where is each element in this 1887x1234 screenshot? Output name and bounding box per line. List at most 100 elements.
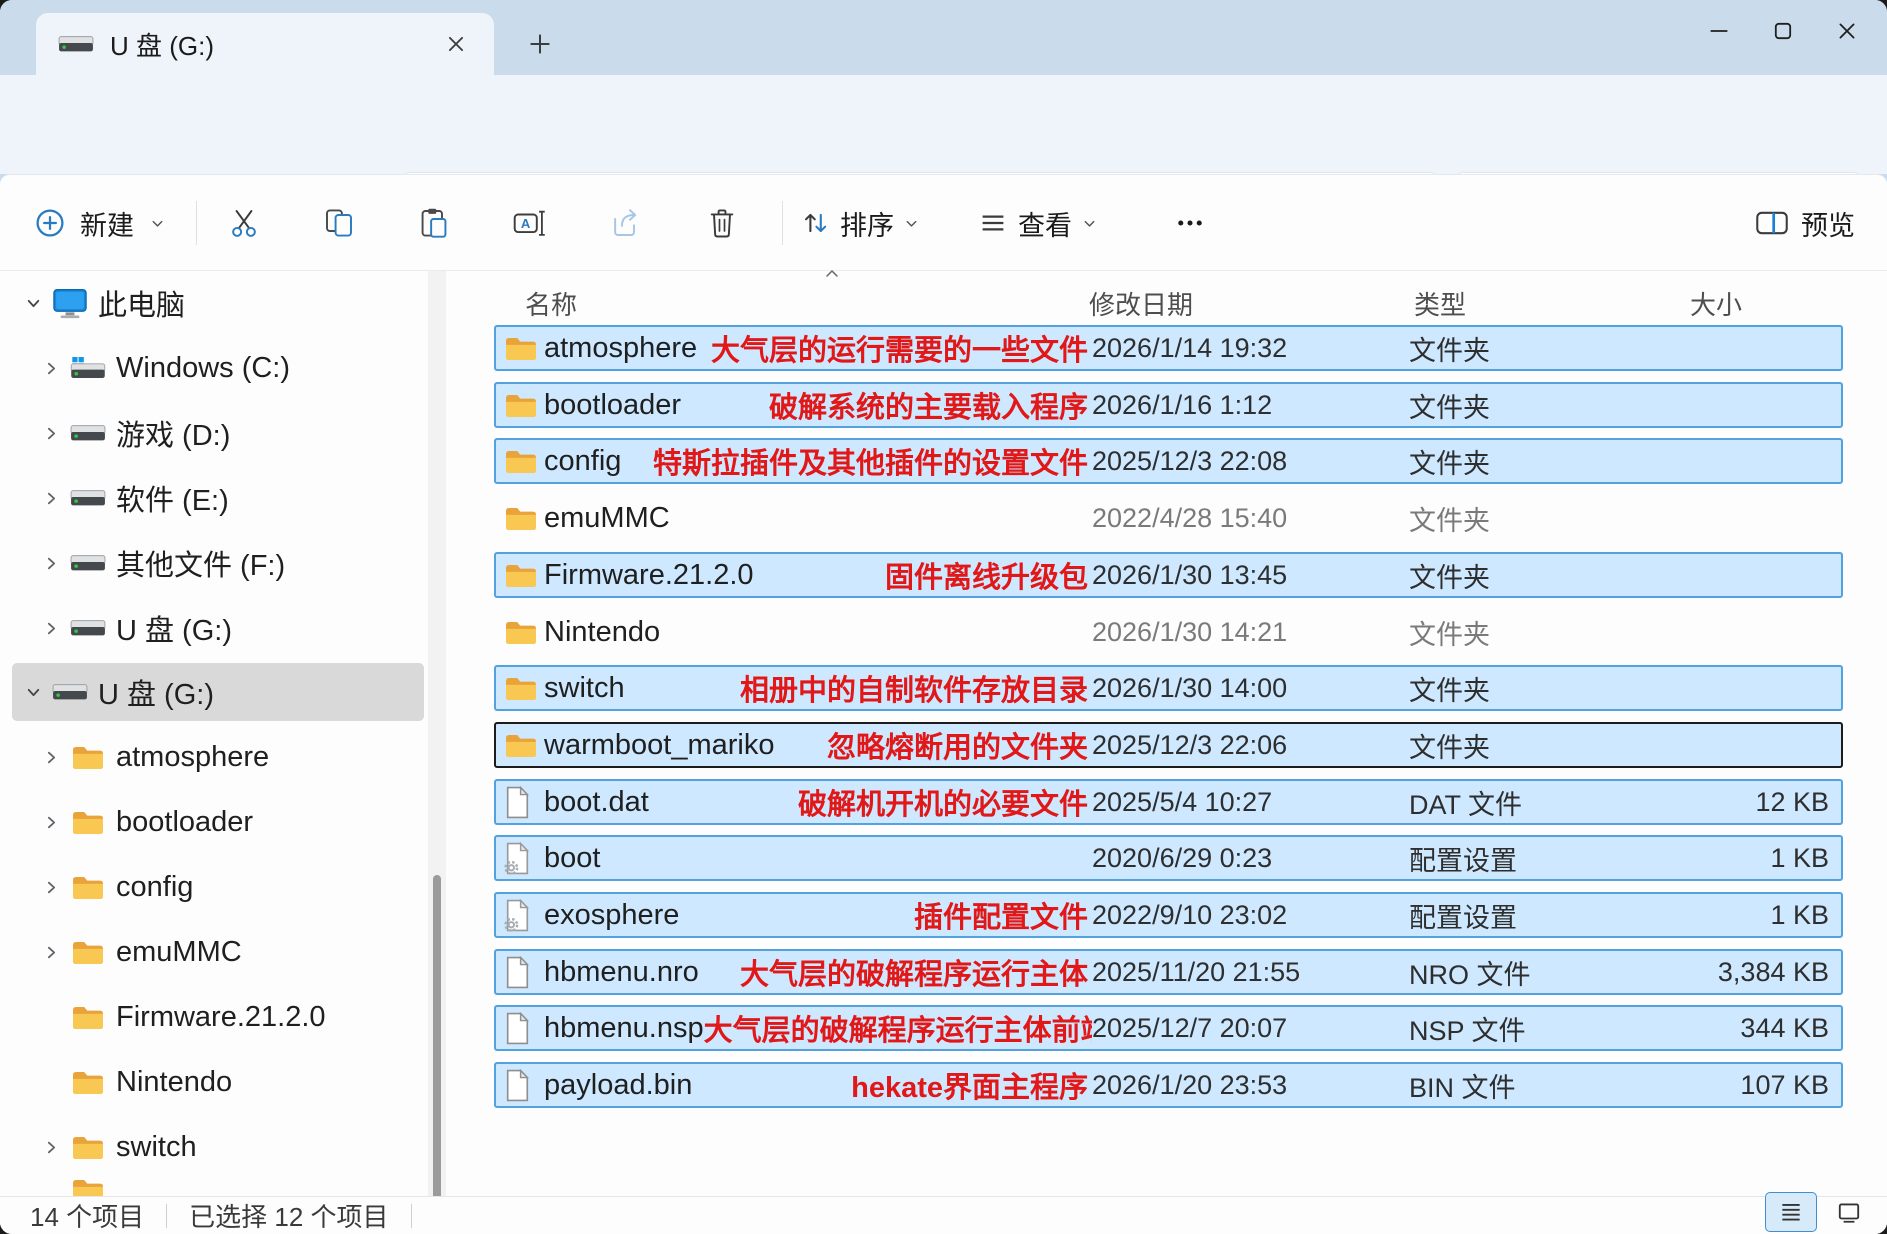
folder-icon bbox=[504, 447, 544, 476]
chevron-right-icon[interactable] bbox=[36, 555, 66, 572]
new-tab-button[interactable] bbox=[520, 24, 560, 64]
file-row-bootloader[interactable]: bootloader破解系统的主要载入程序2026/1/16 1:12文件夹 bbox=[494, 382, 1843, 428]
file-type: 文件夹 bbox=[1409, 556, 1662, 595]
sidebar-item-e[interactable]: 软件 (E:) bbox=[0, 466, 432, 530]
paste-button[interactable] bbox=[406, 199, 462, 247]
annotation-text: 大气层的破解程序运行主体前端 bbox=[704, 1007, 1092, 1049]
view-label: 查看 bbox=[1018, 204, 1072, 243]
chevron-right-icon[interactable] bbox=[36, 944, 66, 961]
details-view-toggle[interactable] bbox=[1765, 1192, 1817, 1232]
file-row-payload.bin[interactable]: payload.binhekate界面主程序2026/1/20 23:53BIN… bbox=[494, 1062, 1843, 1108]
sidebar-scrollbar[interactable] bbox=[428, 271, 446, 1234]
chevron-right-icon[interactable] bbox=[36, 749, 66, 766]
file-row-boot[interactable]: boot2020/6/29 0:23配置设置1 KB bbox=[494, 835, 1843, 881]
thumbnail-view-toggle[interactable] bbox=[1823, 1192, 1875, 1232]
column-header-type[interactable]: 类型 bbox=[1414, 285, 1466, 322]
chevron-right-icon[interactable] bbox=[36, 879, 66, 896]
file-size: 3,384 KB bbox=[1662, 957, 1841, 988]
file-row-warmboot_mariko[interactable]: warmboot_mariko忽略熔断用的文件夹2025/12/3 22:06文… bbox=[494, 722, 1843, 768]
sidebar-item-nintendo[interactable]: Nintendo bbox=[0, 1050, 432, 1114]
sidebar-item-emummc[interactable]: emuMMC bbox=[0, 920, 432, 984]
file-row-emuMMC[interactable]: emuMMC2022/4/28 15:40文件夹 bbox=[494, 495, 1843, 541]
drive-icon bbox=[70, 619, 106, 637]
file-row-exosphere[interactable]: exosphere插件配置文件2022/9/10 23:02配置设置1 KB bbox=[494, 892, 1843, 938]
sidebar-item-windowsc[interactable]: Windows (C:) bbox=[0, 336, 432, 400]
file-row-Nintendo[interactable]: Nintendo2026/1/30 14:21文件夹 bbox=[494, 609, 1843, 655]
file-row-hbmenu.nsp[interactable]: hbmenu.nsp大气层的破解程序运行主体前端2025/12/7 20:07N… bbox=[494, 1005, 1843, 1051]
sidebar-item-label: 此电脑 bbox=[98, 282, 185, 324]
file-name-cell: atmosphere大气层的运行需要的一些文件 bbox=[544, 327, 1092, 369]
file-row-Firmware.21.2.0[interactable]: Firmware.21.2.0固件离线升级包2026/1/30 13:45文件夹 bbox=[494, 552, 1843, 598]
drive-icon bbox=[52, 683, 88, 701]
sidebar-item-firmware.21.2.0[interactable]: Firmware.21.2.0 bbox=[0, 985, 432, 1049]
chevron-right-icon[interactable] bbox=[36, 1139, 66, 1156]
rename-button[interactable]: A bbox=[502, 199, 558, 247]
sidebar-item-atmosphere[interactable]: atmosphere bbox=[0, 725, 432, 789]
column-header-size[interactable]: 大小 bbox=[1690, 285, 1742, 322]
file-name: warmboot_mariko bbox=[544, 729, 774, 762]
file-name-cell: payload.binhekate界面主程序 bbox=[544, 1064, 1092, 1106]
share-button[interactable] bbox=[598, 199, 654, 247]
sidebar-item-config[interactable]: config bbox=[0, 855, 432, 919]
file-type: 文件夹 bbox=[1409, 442, 1662, 481]
copy-button[interactable] bbox=[311, 199, 367, 247]
sidebar-item-d[interactable]: 游戏 (D:) bbox=[0, 401, 432, 465]
scrollbar-thumb[interactable] bbox=[433, 875, 441, 1234]
file-row-atmosphere[interactable]: atmosphere大气层的运行需要的一些文件2026/1/14 19:32文件… bbox=[494, 325, 1843, 371]
file-row-config[interactable]: config特斯拉插件及其他插件的设置文件2025/12/3 22:08文件夹 bbox=[494, 438, 1843, 484]
file-type: 文件夹 bbox=[1409, 329, 1662, 368]
tab-close-icon[interactable] bbox=[436, 24, 476, 64]
folder-icon bbox=[70, 808, 106, 837]
sidebar-item-label: Firmware.21.2.0 bbox=[116, 1001, 326, 1034]
file-date-modified: 2025/5/4 10:27 bbox=[1092, 787, 1409, 818]
chevron-right-icon[interactable] bbox=[36, 620, 66, 637]
file-name: exosphere bbox=[544, 899, 679, 932]
chevron-right-icon[interactable] bbox=[36, 814, 66, 831]
maximize-button[interactable] bbox=[1751, 0, 1815, 62]
file-icon bbox=[504, 786, 544, 819]
new-button[interactable]: 新建 bbox=[24, 199, 175, 247]
file-icon bbox=[504, 1069, 544, 1102]
file-row-hbmenu.nro[interactable]: hbmenu.nro大气层的破解程序运行主体2025/11/20 21:55NR… bbox=[494, 949, 1843, 995]
file-name: atmosphere bbox=[544, 332, 697, 365]
sidebar-item-bootloader[interactable]: bootloader bbox=[0, 790, 432, 854]
file-date-modified: 2026/1/14 19:32 bbox=[1092, 333, 1409, 364]
close-button[interactable] bbox=[1815, 0, 1879, 62]
column-header-name[interactable]: 名称 bbox=[525, 285, 577, 322]
chevron-down-icon[interactable] bbox=[18, 295, 48, 312]
file-name-cell: hbmenu.nsp大气层的破解程序运行主体前端 bbox=[544, 1007, 1092, 1049]
file-name-cell: emuMMC bbox=[544, 502, 1092, 535]
sidebar-item-f[interactable]: 其他文件 (F:) bbox=[0, 531, 432, 595]
chevron-right-icon[interactable] bbox=[36, 425, 66, 442]
svg-text:A: A bbox=[521, 216, 531, 231]
file-date-modified: 2022/4/28 15:40 bbox=[1092, 503, 1409, 534]
file-row-switch[interactable]: switch相册中的自制软件存放目录2026/1/30 14:00文件夹 bbox=[494, 665, 1843, 711]
sidebar-item-switch[interactable]: switch bbox=[0, 1115, 432, 1179]
chevron-right-icon[interactable] bbox=[36, 360, 66, 377]
file-name-cell: config特斯拉插件及其他插件的设置文件 bbox=[544, 440, 1092, 482]
chevron-right-icon[interactable] bbox=[36, 490, 66, 507]
sidebar-item-ug[interactable]: U 盘 (G:) bbox=[0, 596, 432, 660]
file-date-modified: 2026/1/30 13:45 bbox=[1092, 560, 1409, 591]
file-date-modified: 2026/1/30 14:21 bbox=[1092, 617, 1409, 648]
cut-button[interactable] bbox=[216, 199, 272, 247]
sidebar-item-ug[interactable]: U 盘 (G:) bbox=[0, 660, 432, 724]
monitor-icon bbox=[52, 288, 88, 319]
annotation-text: 特斯拉插件及其他插件的设置文件 bbox=[653, 440, 1092, 482]
file-row-boot.dat[interactable]: boot.dat破解机开机的必要文件2025/5/4 10:27DAT 文件12… bbox=[494, 779, 1843, 825]
sidebar-item-row-0[interactable]: 此电脑 bbox=[0, 271, 432, 335]
file-name: switch bbox=[544, 672, 625, 705]
sidebar-item-label: bootloader bbox=[116, 806, 253, 839]
file-size: 344 KB bbox=[1662, 1013, 1841, 1044]
minimize-button[interactable] bbox=[1687, 0, 1751, 62]
file-list-pane: 名称 修改日期 类型 大小 atmosphere大气层的运行需要的一些文件202… bbox=[456, 271, 1887, 1234]
delete-button[interactable] bbox=[694, 199, 750, 247]
column-header-date[interactable]: 修改日期 bbox=[1089, 285, 1193, 322]
view-menu-button[interactable]: 查看 bbox=[978, 199, 1097, 247]
chevron-down-icon[interactable] bbox=[18, 684, 48, 701]
preview-button[interactable]: 预览 bbox=[1755, 199, 1855, 247]
more-options-button[interactable] bbox=[1162, 199, 1218, 247]
new-button-label: 新建 bbox=[80, 204, 134, 243]
sort-menu-button[interactable]: 排序 bbox=[800, 199, 919, 247]
explorer-tab[interactable]: U 盘 (G:) bbox=[36, 13, 494, 75]
